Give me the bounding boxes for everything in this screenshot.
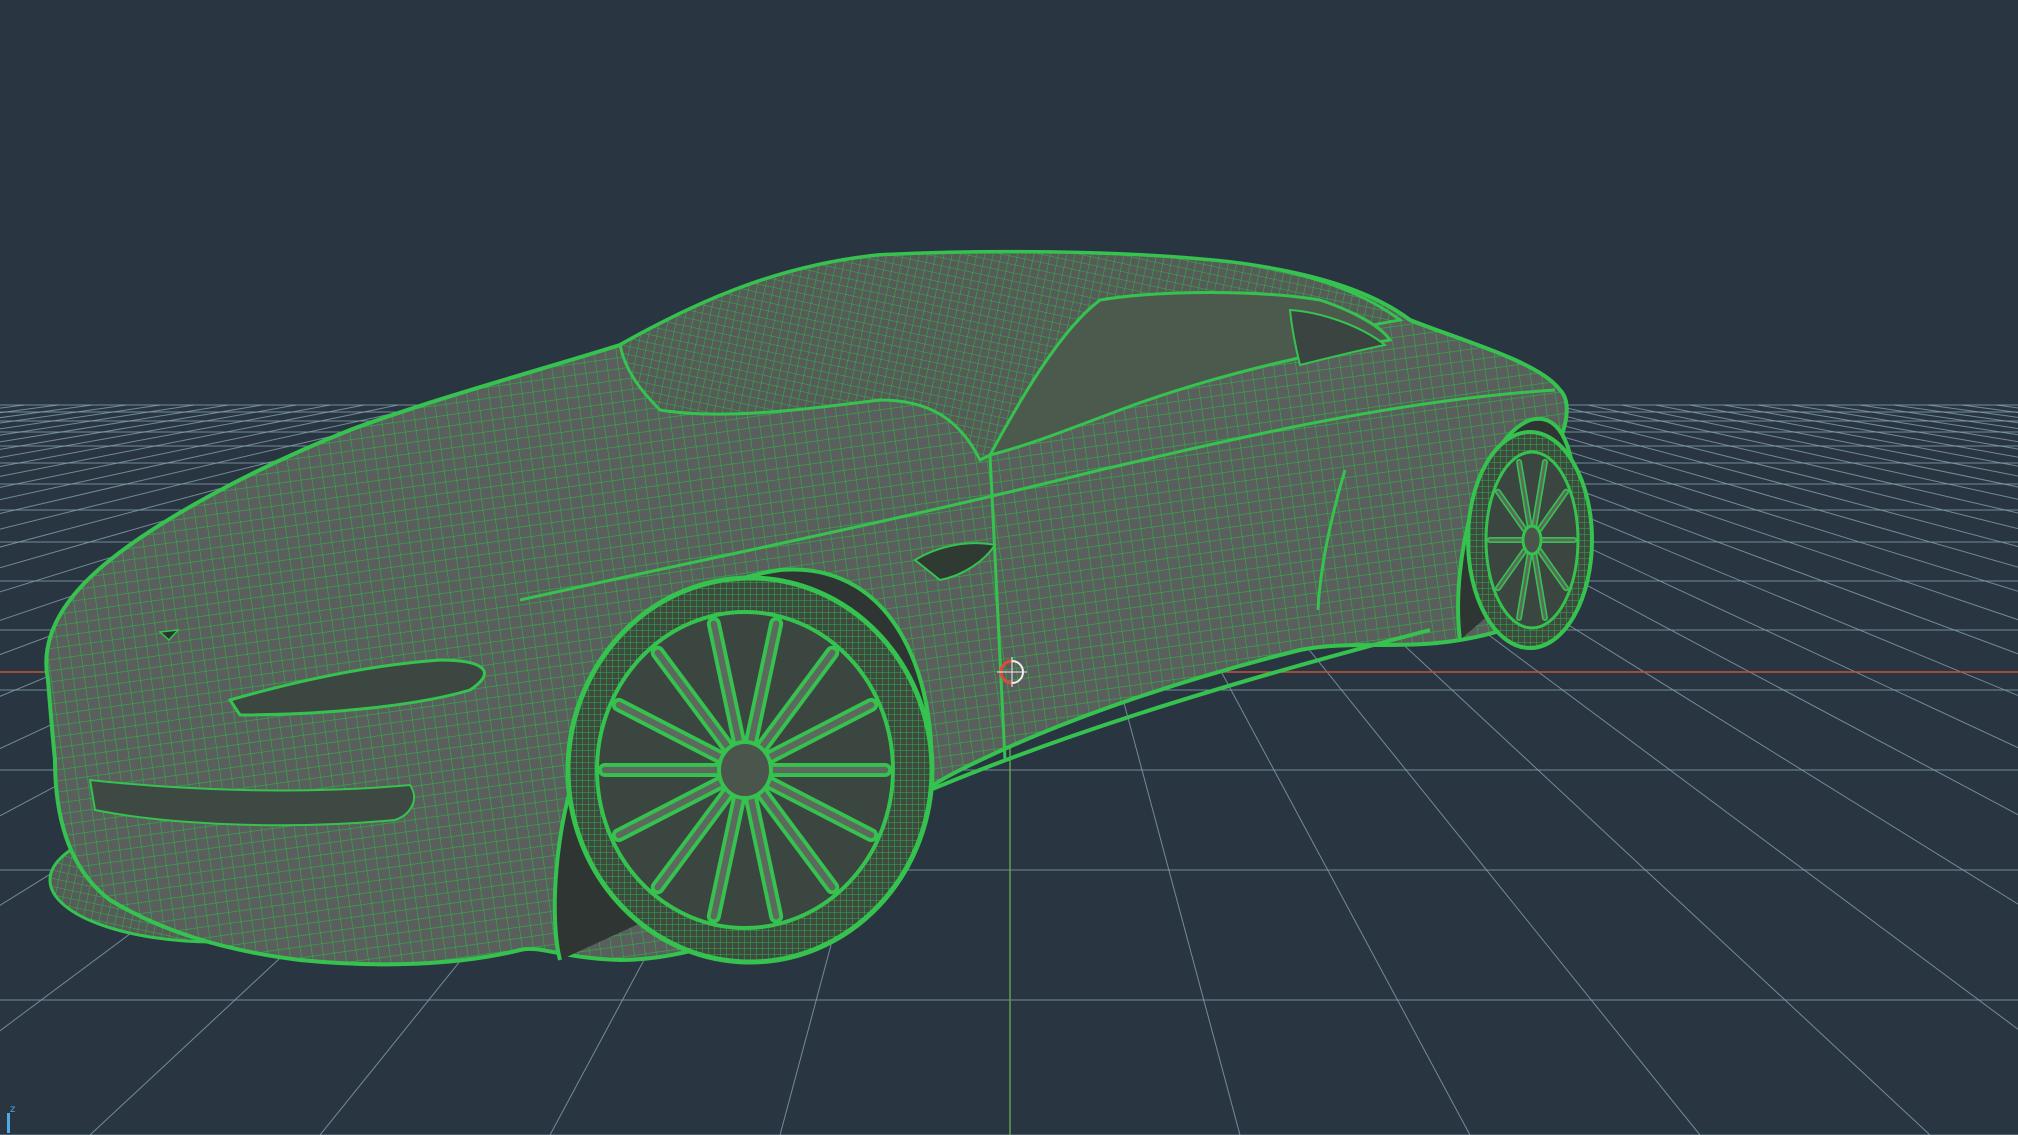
axis-orientation-indicator: z [4,1105,28,1133]
axis-z-label: z [10,1104,16,1115]
car-wireframe-model[interactable] [44,249,1594,967]
rear-wheel-hub [1521,524,1543,556]
front-wheel-hub [717,740,773,800]
viewport-scene[interactable] [0,0,2018,1135]
3d-viewport[interactable]: z [0,0,2018,1135]
front-wheel[interactable] [565,575,935,965]
rear-wheel[interactable] [1466,430,1594,650]
axis-z-icon [7,1113,10,1133]
